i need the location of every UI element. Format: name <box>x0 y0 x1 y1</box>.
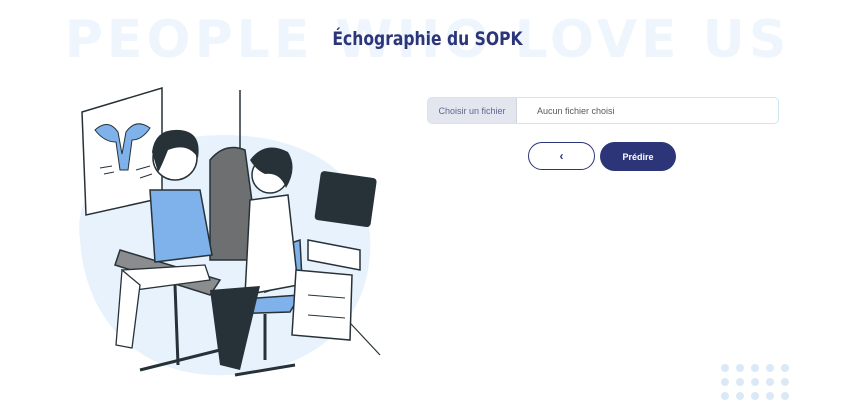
predict-button[interactable]: Prédire <box>600 142 676 171</box>
doctor-patient-illustration <box>79 86 381 377</box>
decorative-dots <box>721 364 789 400</box>
page-title: Échographie du SOPK <box>332 28 523 50</box>
choose-file-button[interactable]: Choisir un fichier <box>428 98 517 123</box>
back-button[interactable]: ‹ <box>528 142 595 170</box>
file-input[interactable]: Choisir un fichier Aucun fichier choisi <box>427 97 779 124</box>
chevron-left-icon: ‹ <box>559 149 564 163</box>
file-status-label: Aucun fichier choisi <box>537 105 615 116</box>
